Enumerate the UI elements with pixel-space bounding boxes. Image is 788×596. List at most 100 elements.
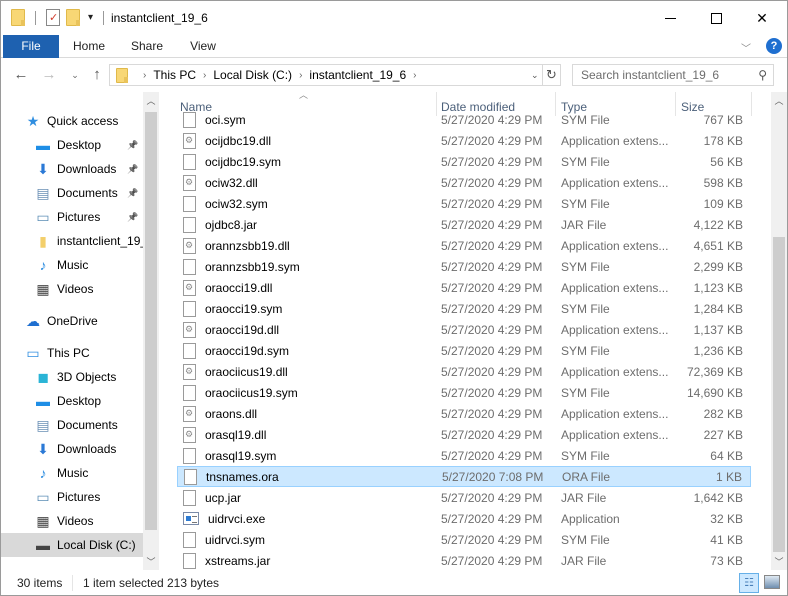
breadcrumb-instantclient[interactable]: instantclient_19_6 — [309, 68, 406, 82]
file-row[interactable]: ociw32.dll 5/27/2020 4:29 PM Application e… — [177, 172, 751, 193]
file-name-cell: oraociicus19.dll — [183, 363, 288, 380]
file-row[interactable]: oraocci19.dll 5/27/2020 4:29 PM Applicatio… — [177, 277, 751, 298]
help-icon[interactable]: ? — [766, 38, 782, 54]
sidebar-item-music[interactable]: ♪ Music — [1, 253, 143, 277]
file-type: Application extens... — [561, 364, 669, 379]
file-date: 5/27/2020 4:29 PM — [441, 322, 543, 337]
file-row[interactable]: oraocci19d.sym 5/27/2020 4:29 PM SYM File 1… — [177, 340, 751, 361]
sidebar-item-desktop[interactable]: ▬ Desktop 📌 — [1, 133, 143, 157]
file-type: Application extens... — [561, 406, 669, 421]
file-row[interactable]: xstreams.jar 5/27/2020 4:29 PM JAR File 73 … — [177, 550, 751, 570]
tab-file[interactable]: File — [3, 35, 59, 58]
sidebar-item-pictures[interactable]: ▭ Pictures 📌 — [1, 205, 143, 229]
sidebar-item-local-disk-c[interactable]: ▬ Local Disk (C:) — [1, 533, 143, 557]
file-name: oraocci19d.sym — [205, 343, 290, 358]
pin-icon[interactable]: 📌 — [127, 212, 138, 223]
pin-icon[interactable]: 📌 — [127, 164, 138, 175]
scroll-up-icon[interactable]: ︿ — [771, 94, 787, 107]
sidebar-item-quick-access[interactable]: ★ Quick access — [1, 109, 143, 133]
sidebar-item-3d-objects[interactable]: ◼ 3D Objects — [1, 365, 143, 389]
expand-ribbon-chevron-icon[interactable]: ﹀ — [741, 40, 751, 55]
address-bar[interactable]: › This PC › Local Disk (C:) › instantcli… — [109, 64, 543, 86]
back-arrow-icon[interactable]: ← — [11, 65, 31, 85]
close-button[interactable]: ✕ — [739, 1, 785, 35]
file-name: oraociicus19.dll — [205, 364, 288, 379]
file-row[interactable]: orasql19.sym 5/27/2020 4:29 PM SYM File 64 … — [177, 445, 751, 466]
sidebar-item-downloads[interactable]: ⬇ Downloads 📌 — [1, 157, 143, 181]
file-row[interactable]: uidrvci.exe 5/27/2020 4:29 PM Application 3… — [177, 508, 751, 529]
file-row[interactable]: oraocci19d.dll 5/27/2020 4:29 PM Applicati… — [177, 319, 751, 340]
sidebar-item-videos[interactable]: ▦ Videos — [1, 509, 143, 533]
file-row[interactable]: orasql19.dll 5/27/2020 4:29 PM Application… — [177, 424, 751, 445]
large-icons-view-icon[interactable] — [764, 575, 780, 589]
file-date: 5/27/2020 4:29 PM — [441, 196, 543, 211]
maximize-button[interactable] — [693, 1, 739, 35]
recent-locations-chevron-icon[interactable]: ⌄ — [65, 65, 85, 85]
properties-icon[interactable] — [46, 9, 60, 26]
pin-icon[interactable]: 📌 — [127, 140, 138, 151]
tab-home[interactable]: Home — [65, 35, 113, 58]
search-icon[interactable]: ⚲ — [758, 65, 767, 85]
file-row[interactable]: ojdbc8.jar 5/27/2020 4:29 PM JAR File 4,122… — [177, 214, 751, 235]
file-row[interactable]: ucp.jar 5/27/2020 4:29 PM JAR File 1,642 KB — [177, 487, 751, 508]
breadcrumb-local-disk[interactable]: Local Disk (C:) — [213, 68, 292, 82]
file-row[interactable]: oraociicus19.dll 5/27/2020 4:29 PM Applica… — [177, 361, 751, 382]
up-arrow-icon[interactable]: ↑ — [87, 65, 107, 85]
file-row[interactable]: oci.sym 5/27/2020 4:29 PM SYM File 767 KB — [177, 109, 751, 130]
title-bar: ▾ instantclient_19_6 ✕ — [1, 1, 787, 35]
breadcrumb-chevron-icon[interactable]: › — [203, 70, 206, 81]
refresh-icon[interactable]: ↻ — [543, 64, 561, 86]
file-row[interactable]: orannzsbb19.dll 5/27/2020 4:29 PM Applicat… — [177, 235, 751, 256]
file-list-scrollbar[interactable]: ︿ ﹀ — [771, 92, 787, 570]
file-row[interactable]: oraociicus19.sym 5/27/2020 4:29 PM SYM Fil… — [177, 382, 751, 403]
tab-share[interactable]: Share — [125, 35, 169, 58]
file-row[interactable]: tnsnames.ora 5/27/2020 7:08 PM ORA File 1 K… — [177, 466, 751, 487]
dll-file-icon — [183, 174, 196, 191]
sidebar-item-documents[interactable]: ▤ Documents — [1, 413, 143, 437]
file-row[interactable]: ocijdbc19.dll 5/27/2020 4:29 PM Applicatio… — [177, 130, 751, 151]
file-row[interactable]: orannzsbb19.sym 5/27/2020 4:29 PM SYM File… — [177, 256, 751, 277]
file-row[interactable]: uidrvci.sym 5/27/2020 4:29 PM SYM File 41 K… — [177, 529, 751, 550]
search-input[interactable]: Search instantclient_19_6 ⚲ — [572, 64, 774, 86]
forward-arrow-icon[interactable]: → — [39, 65, 59, 85]
pin-icon[interactable]: 📌 — [127, 188, 138, 199]
sidebar-item-music[interactable]: ♪ Music — [1, 461, 143, 485]
scroll-up-icon[interactable]: ︿ — [143, 94, 159, 107]
new-folder-icon[interactable] — [66, 9, 80, 26]
breadcrumb-chevron-icon[interactable]: › — [413, 70, 416, 81]
sidebar-item-this-pc[interactable]: ▭ This PC — [1, 341, 143, 365]
sidebar-item-downloads[interactable]: ⬇ Downloads — [1, 437, 143, 461]
dll-file-icon — [183, 279, 196, 296]
sidebar-item-pictures[interactable]: ▭ Pictures — [1, 485, 143, 509]
sidebar-item-desktop[interactable]: ▬ Desktop — [1, 389, 143, 413]
address-history-chevron-icon[interactable]: ⌄ — [531, 70, 539, 81]
tab-view[interactable]: View — [183, 35, 223, 58]
sidebar-item-documents[interactable]: ▤ Documents 📌 — [1, 181, 143, 205]
sidebar-item-label: Videos — [57, 282, 94, 296]
breadcrumb-chevron-icon[interactable]: › — [143, 70, 146, 81]
scroll-down-icon[interactable]: ﹀ — [143, 555, 159, 568]
nav-pane-scrollbar[interactable]: ︿ ﹀ — [143, 92, 159, 570]
sidebar-item-onedrive[interactable]: ☁ OneDrive — [1, 309, 143, 333]
file-row[interactable]: ociw32.sym 5/27/2020 4:29 PM SYM File 109 K… — [177, 193, 751, 214]
minimize-button[interactable] — [647, 1, 693, 35]
customize-toolbar-dropdown-icon[interactable]: ▾ — [88, 12, 93, 23]
breadcrumb-this-pc[interactable]: This PC — [153, 68, 196, 82]
file-row[interactable]: oraocci19.sym 5/27/2020 4:29 PM SYM File 1,… — [177, 298, 751, 319]
file-row[interactable]: ocijdbc19.sym 5/27/2020 4:29 PM SYM File 56… — [177, 151, 751, 172]
file-size: 14,690 KB — [686, 385, 743, 400]
sidebar-item-label: Local Disk (C:) — [57, 538, 136, 552]
column-divider[interactable] — [751, 92, 752, 116]
sidebar-item-videos[interactable]: ▦ Videos — [1, 277, 143, 301]
scroll-down-icon[interactable]: ﹀ — [771, 555, 787, 568]
file-date: 5/27/2020 4:29 PM — [441, 553, 543, 568]
file-name-cell: orannzsbb19.sym — [183, 258, 300, 275]
scrollbar-thumb[interactable] — [773, 237, 785, 552]
folder-icon: ▮ — [39, 232, 47, 249]
file-name-cell: ucp.jar — [183, 489, 241, 506]
file-row[interactable]: oraons.dll 5/27/2020 4:29 PM Application e… — [177, 403, 751, 424]
scrollbar-thumb[interactable] — [145, 112, 157, 530]
breadcrumb-chevron-icon[interactable]: › — [299, 70, 302, 81]
details-view-icon[interactable]: ☷ — [739, 573, 759, 593]
sidebar-item-instantclient-19-6[interactable]: ▮ instantclient_19_6 — [1, 229, 143, 253]
